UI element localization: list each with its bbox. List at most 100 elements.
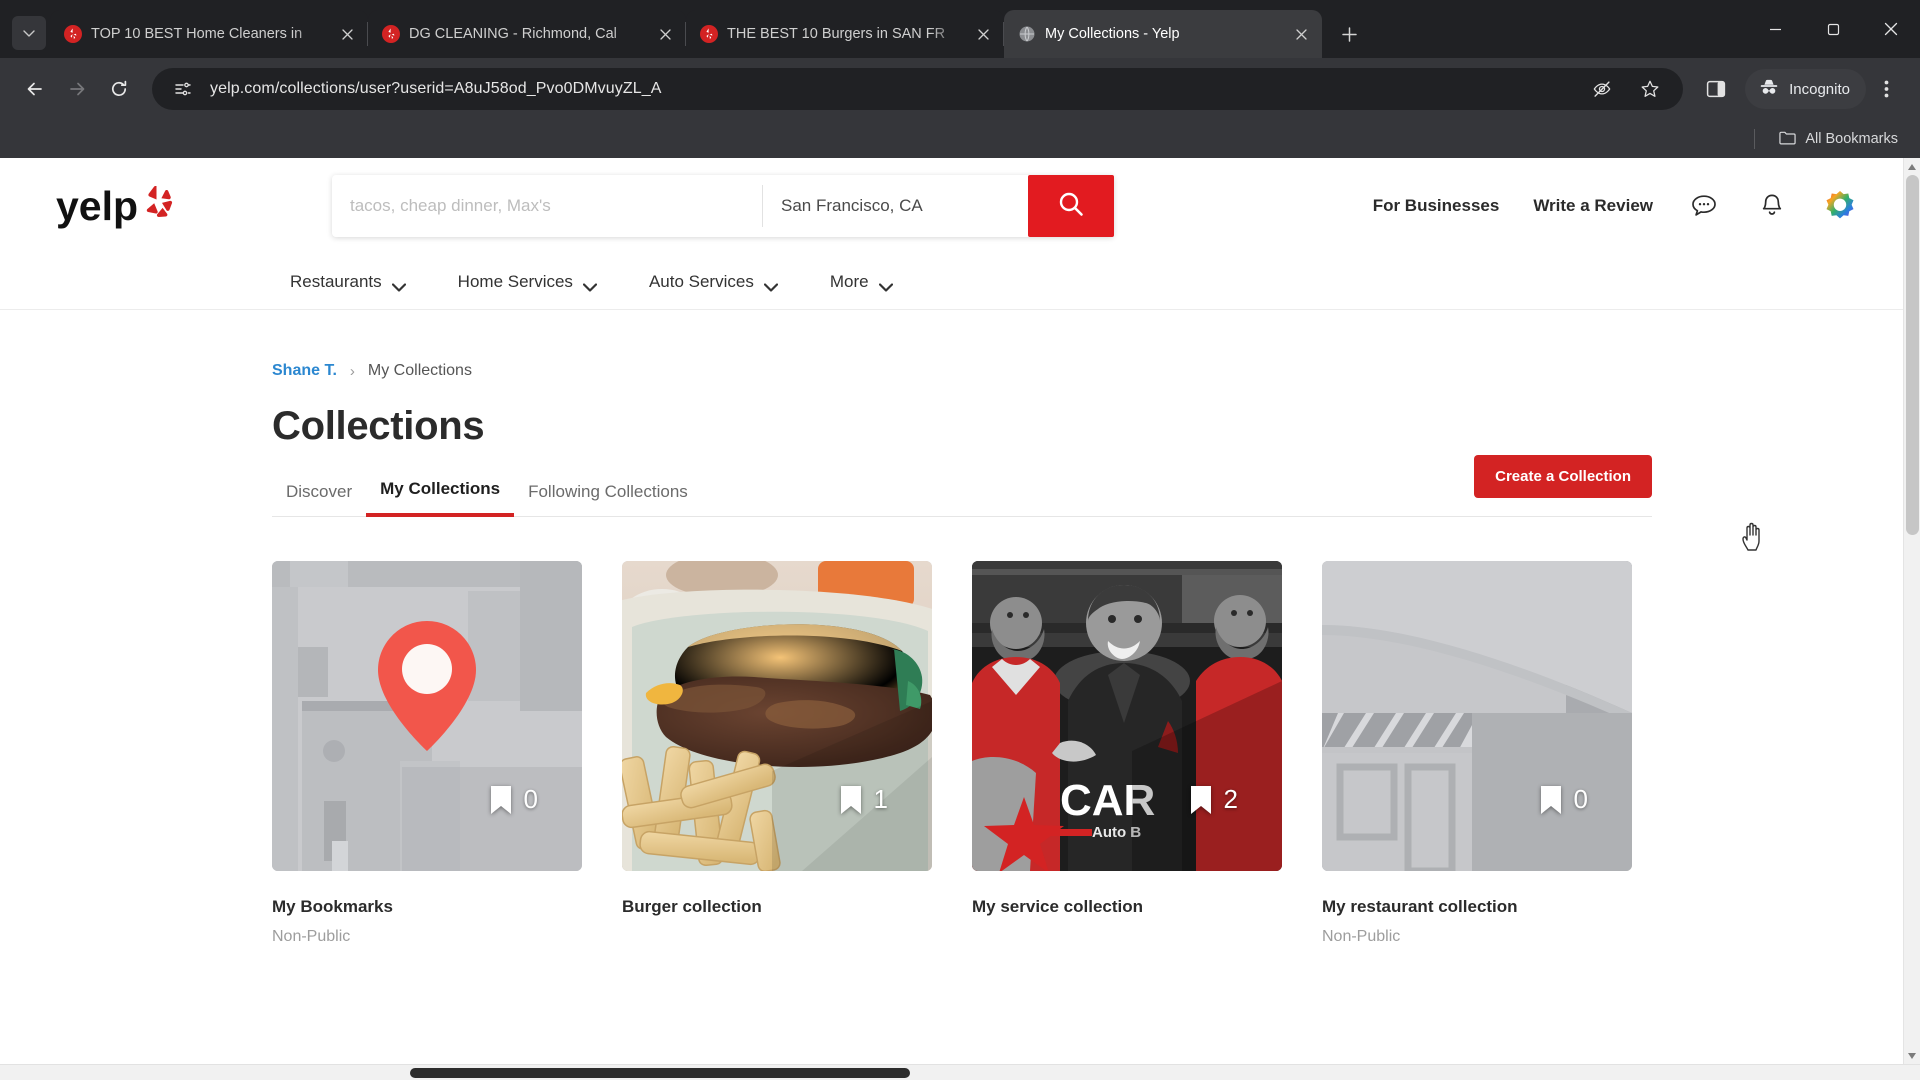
browser-window: TOP 10 BEST Home Cleaners in DG CLEANING… — [0, 0, 1920, 1080]
scroll-up-arrow[interactable] — [1904, 158, 1920, 175]
tab-title: THE BEST 10 Burgers in SAN FR — [727, 26, 946, 42]
collections-tabs: Discover My Collections Following Collec… — [272, 455, 1652, 517]
collection-card[interactable]: 0 My restaurant collection Non-Public — [1322, 561, 1632, 947]
close-icon[interactable] — [336, 23, 358, 45]
bookmark-count: 2 — [1223, 784, 1238, 814]
back-arrow-icon[interactable] — [14, 68, 56, 110]
notifications-bell-icon[interactable] — [1755, 189, 1789, 223]
browser-tab[interactable]: DG CLEANING - Richmond, Cal — [368, 10, 686, 58]
breadcrumb-current: My Collections — [367, 362, 472, 379]
collection-thumbnail[interactable]: CAR Auto B 2 — [972, 561, 1282, 871]
collection-card[interactable]: CAR Auto B 2 My service collection — [972, 561, 1282, 947]
window-controls — [1746, 0, 1920, 58]
close-icon[interactable] — [972, 23, 994, 45]
create-a-collection-button[interactable]: Create a Collection — [1474, 455, 1652, 498]
search-button[interactable] — [1028, 175, 1114, 237]
tab-my-collections[interactable]: My Collections — [366, 479, 515, 517]
collection-thumbnail[interactable]: 1 — [622, 561, 932, 871]
maximize-icon[interactable] — [1804, 0, 1862, 58]
bookmark-icon — [490, 785, 512, 815]
three-dot-menu-icon[interactable] — [1866, 68, 1906, 110]
page-viewport: yelp tacos, cheap dinner, Max's San Fran… — [0, 158, 1920, 1064]
nav-item-more[interactable]: More — [830, 272, 893, 292]
write-a-review-link[interactable]: Write a Review — [1533, 196, 1653, 216]
collections-grid: 0 My Bookmarks Non-Public 1 Burger colle… — [272, 561, 1903, 947]
nav-item-restaurants[interactable]: Restaurants — [290, 272, 406, 292]
side-panel-icon[interactable] — [1695, 68, 1737, 110]
bookmark-icon — [1190, 785, 1212, 815]
generic-page-icon — [1018, 25, 1036, 43]
all-bookmarks-button[interactable]: All Bookmarks — [1771, 126, 1906, 153]
new-tab-button[interactable] — [1332, 17, 1366, 51]
tab-search-button[interactable] — [12, 16, 46, 50]
browser-tab[interactable]: TOP 10 BEST Home Cleaners in — [50, 10, 368, 58]
vertical-scrollbar[interactable] — [1903, 158, 1920, 1064]
scroll-down-arrow[interactable] — [1904, 1047, 1920, 1064]
yelp-page: yelp tacos, cheap dinner, Max's San Fran… — [0, 158, 1903, 1064]
location-input[interactable]: San Francisco, CA — [763, 175, 1028, 237]
breadcrumb-user-link[interactable]: Shane T. — [272, 362, 337, 380]
scrollbar-thumb[interactable] — [1906, 175, 1919, 535]
close-icon[interactable] — [654, 23, 676, 45]
breadcrumb: Shane T. › My Collections — [272, 362, 1903, 380]
bookmark-count: 0 — [1573, 784, 1588, 814]
reload-icon[interactable] — [98, 68, 140, 110]
bookmark-star-icon[interactable] — [1635, 74, 1665, 104]
horizontal-scrollbar[interactable] — [0, 1064, 1920, 1080]
nav-label: Restaurants — [290, 271, 382, 291]
collection-card[interactable]: 1 Burger collection — [622, 561, 932, 947]
collection-visibility — [622, 928, 932, 947]
collection-thumbnail[interactable]: 0 — [1322, 561, 1632, 871]
incognito-indicator[interactable]: Incognito — [1745, 69, 1866, 109]
nav-label: Home Services — [457, 271, 573, 291]
tab-title: DG CLEANING - Richmond, Cal — [409, 26, 617, 42]
bookmark-count-badge: 0 — [490, 784, 538, 815]
browser-tab-active[interactable]: My Collections - Yelp — [1004, 10, 1322, 58]
collection-thumbnail[interactable]: 0 — [272, 561, 582, 871]
hide-password-icon[interactable] — [1587, 74, 1617, 104]
browser-tab[interactable]: THE BEST 10 Burgers in SAN FR — [686, 10, 1004, 58]
collection-card[interactable]: 0 My Bookmarks Non-Public — [272, 561, 582, 947]
messages-icon[interactable] — [1687, 189, 1721, 223]
close-icon[interactable] — [1290, 23, 1312, 45]
storefront-placeholder-icon — [1322, 561, 1632, 871]
chevron-down-icon — [391, 277, 406, 292]
search-icon — [1057, 190, 1085, 223]
nav-label: Auto Services — [648, 271, 754, 291]
folder-icon — [1779, 130, 1796, 149]
tab-discover[interactable]: Discover — [272, 482, 366, 516]
tab-following-collections[interactable]: Following Collections — [514, 482, 702, 516]
collection-title[interactable]: My restaurant collection — [1322, 897, 1632, 917]
yelp-header: yelp tacos, cheap dinner, Max's San Fran… — [0, 158, 1903, 254]
horizontal-scrollbar-thumb[interactable] — [410, 1068, 910, 1078]
bookmarks-bar: All Bookmarks — [0, 120, 1920, 158]
svg-text:yelp: yelp — [56, 183, 138, 229]
yelp-logo[interactable]: yelp — [56, 180, 174, 232]
for-businesses-link[interactable]: For Businesses — [1373, 196, 1500, 216]
nav-item-auto-services[interactable]: Auto Services — [649, 272, 778, 292]
forward-arrow-icon[interactable] — [56, 68, 98, 110]
tab-title: TOP 10 BEST Home Cleaners in — [91, 26, 303, 42]
collection-visibility — [972, 928, 1282, 947]
location-input-value: San Francisco, CA — [781, 196, 923, 215]
incognito-label: Incognito — [1789, 80, 1850, 98]
header-actions: For Businesses Write a Review — [1373, 189, 1903, 223]
minimize-icon[interactable] — [1746, 0, 1804, 58]
yelp-icon — [64, 25, 82, 43]
site-settings-icon[interactable] — [168, 74, 198, 104]
burger-photo — [622, 561, 932, 871]
nav-item-home-services[interactable]: Home Services — [457, 271, 598, 292]
collection-title[interactable]: My service collection — [972, 897, 1282, 917]
search-input[interactable]: tacos, cheap dinner, Max's — [332, 175, 762, 237]
user-avatar[interactable] — [1823, 189, 1857, 223]
collection-title[interactable]: My Bookmarks — [272, 897, 582, 917]
auto-shop-team-photo: CAR Auto B — [972, 561, 1282, 871]
close-window-icon[interactable] — [1862, 0, 1920, 58]
bookmark-count-badge: 1 — [840, 784, 888, 815]
search-input-placeholder: tacos, cheap dinner, Max's — [350, 196, 551, 215]
collection-visibility: Non-Public — [272, 928, 351, 945]
chevron-down-icon — [878, 277, 893, 292]
address-bar[interactable]: yelp.com/collections/user?userid=A8uJ58o… — [152, 68, 1684, 110]
search-bar: tacos, cheap dinner, Max's San Francisco… — [332, 175, 1114, 237]
collection-title[interactable]: Burger collection — [622, 897, 932, 917]
